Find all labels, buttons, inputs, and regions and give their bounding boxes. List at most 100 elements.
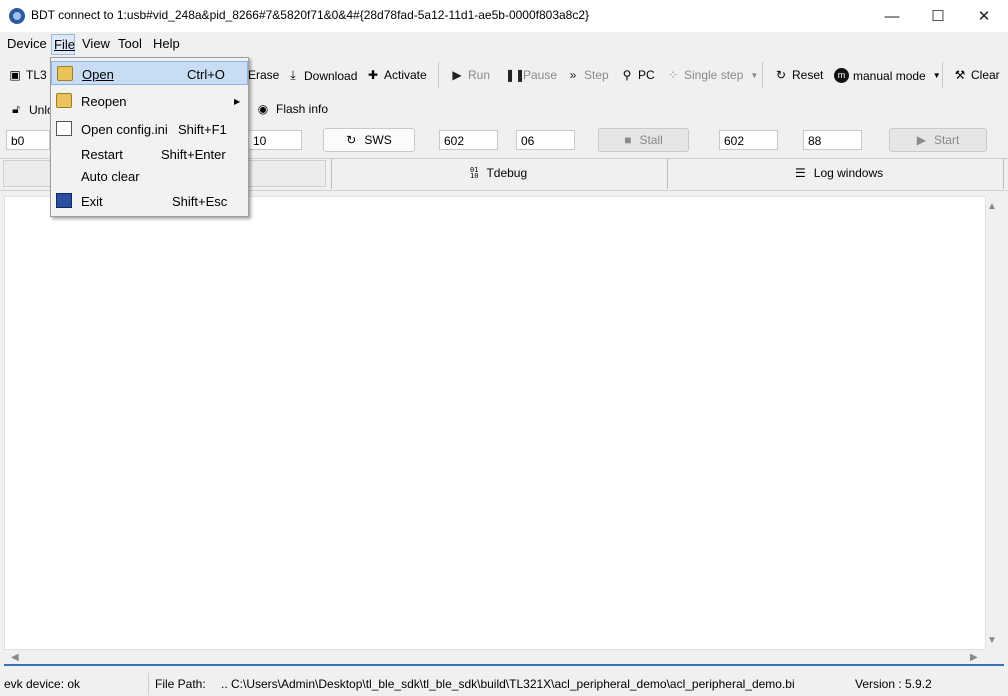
menu-help-label: Help [153, 36, 180, 51]
step-button[interactable]: » Step [566, 68, 609, 82]
binary-icon: 01 10 [470, 166, 479, 180]
maximize-button[interactable]: ☐ [915, 0, 961, 32]
single-step-dropdown[interactable]: ⁘ Single step ▼ [666, 68, 761, 82]
reopen-label: Reopen [81, 94, 127, 109]
pause-icon: ❚❚ [505, 68, 526, 82]
menu-file[interactable]: File [51, 34, 75, 55]
restart-shortcut: Shift+Enter [161, 147, 226, 162]
single-step-icon: ⁘ [667, 68, 679, 82]
scroll-up-arrow[interactable]: ▲ [987, 201, 997, 212]
step-icon: » [569, 68, 577, 82]
exit-label: Exit [81, 194, 103, 209]
sws-field-1[interactable]: 602 [439, 130, 498, 150]
menu-bar [0, 32, 1008, 56]
mode-label: manual mode [853, 68, 926, 83]
open-config-label: Open config.ini [81, 122, 168, 137]
open-shortcut: Ctrl+O [187, 67, 225, 82]
reset-button[interactable]: ↻ Reset [774, 68, 823, 82]
config-file-icon [56, 121, 72, 136]
scroll-down-arrow[interactable]: ▼ [987, 635, 997, 646]
value-field[interactable]: 10 [248, 130, 302, 150]
refresh-icon: ↻ [346, 133, 357, 147]
exit-shortcut: Shift+Esc [172, 194, 228, 209]
file-menu-open-config[interactable]: Open config.ini Shift+F1 [51, 117, 248, 141]
open-folder-icon [57, 66, 73, 81]
open-label: Open [82, 67, 114, 82]
activate-button[interactable]: ✚ Activate [366, 68, 427, 82]
mode-dropdown[interactable]: m manual mode ▼ [834, 68, 944, 83]
menu-device-label: Device [7, 36, 47, 51]
menu-device[interactable]: Device [7, 36, 47, 51]
file-menu-dropdown: Open Ctrl+O Reopen ▶ Open config.ini Shi… [50, 57, 249, 217]
toolbar-divider [942, 62, 943, 88]
file-menu-open[interactable]: Open Ctrl+O [51, 61, 248, 85]
download-icon: ⤓ [290, 68, 296, 82]
chip-label: TL3 [26, 68, 47, 82]
run-button[interactable]: ▶ Run [450, 68, 490, 82]
start-button[interactable]: ▶ Start [889, 128, 987, 152]
log-output-area[interactable] [4, 196, 986, 650]
stall-field-2[interactable]: 88 [803, 130, 862, 150]
window-title: BDT connect to 1:usb#vid_248a&pid_8266#7… [31, 8, 590, 22]
sws-field-2[interactable]: 06 [516, 130, 575, 150]
plus-icon: ✚ [367, 68, 379, 82]
flash-info-button[interactable]: ◉ Flash info [256, 102, 328, 116]
chip-icon: ▣ [9, 68, 21, 82]
clear-button[interactable]: ⚒ Clear [953, 68, 1000, 82]
file-menu-reopen[interactable]: Reopen ▶ [51, 89, 248, 113]
menu-view-label: View [82, 36, 110, 51]
open-config-shortcut: Shift+F1 [178, 122, 227, 137]
app-icon [9, 8, 25, 24]
broom-icon: ⚒ [954, 68, 966, 82]
activate-label: Activate [384, 68, 427, 82]
minimize-button[interactable]: — [869, 0, 915, 32]
run-icon: ▶ [452, 68, 462, 82]
start-label: Start [933, 133, 960, 147]
tab-tdebug[interactable]: 01 10 Tdebug [470, 166, 527, 180]
scroll-left-arrow[interactable]: ◀ [11, 652, 19, 663]
address-field[interactable]: b0 [6, 130, 50, 150]
single-step-label: Single step [684, 68, 744, 82]
tab-tdebug-label: Tdebug [486, 166, 528, 180]
menu-tool[interactable]: Tool [118, 36, 142, 51]
run-label: Run [468, 68, 491, 82]
close-button[interactable]: ✕ [961, 0, 1007, 32]
stall-label: Stall [639, 133, 663, 147]
sws-button[interactable]: ↻ SWS [323, 128, 415, 152]
menu-tool-label: Tool [118, 36, 142, 51]
chip-selector[interactable]: ▣ TL3 [8, 68, 47, 82]
flash-info-label: Flash info [276, 102, 329, 116]
auto-clear-label: Auto clear [81, 169, 140, 184]
stop-icon: ■ [624, 133, 632, 147]
pc-button[interactable]: ⚲ PC [620, 68, 655, 82]
file-menu-restart[interactable]: Restart Shift+Enter [51, 142, 248, 166]
pause-label: Pause [523, 68, 558, 82]
tab-divider [1003, 158, 1004, 189]
unlock-button[interactable]: 🔓︎ Unlo [9, 102, 54, 117]
file-menu-exit[interactable]: Exit Shift+Esc [51, 189, 248, 213]
sws-label: SWS [364, 133, 392, 147]
version-label: Version : 5.9.2 [855, 677, 932, 691]
tab-divider [331, 158, 332, 189]
mode-icon: m [834, 68, 849, 83]
menu-view[interactable]: View [82, 36, 110, 51]
restart-label: Restart [81, 147, 123, 162]
pause-button[interactable]: ❚❚ Pause [505, 68, 557, 82]
scroll-right-arrow[interactable]: ▶ [970, 652, 978, 663]
erase-button[interactable]: Erase [248, 68, 279, 82]
play-icon: ▶ [916, 133, 926, 147]
stall-button[interactable]: ■ Stall [598, 128, 689, 152]
tab-log-windows[interactable]: ☰ Log windows [795, 166, 883, 180]
download-button[interactable]: ⤓ Download [286, 68, 357, 83]
download-label: Download [304, 68, 358, 83]
file-menu-auto-clear[interactable]: Auto clear [51, 164, 248, 188]
exit-door-icon [56, 193, 72, 208]
reset-icon: ↻ [775, 68, 787, 82]
menu-help[interactable]: Help [153, 36, 180, 51]
menu-file-label: File [54, 37, 75, 52]
tab-divider [667, 158, 668, 189]
stall-field-1[interactable]: 602 [719, 130, 778, 150]
status-divider [148, 673, 149, 695]
file-path-value: .. C:\Users\Admin\Desktop\tl_ble_sdk\tl_… [221, 677, 795, 691]
reopen-folder-icon [56, 93, 72, 108]
